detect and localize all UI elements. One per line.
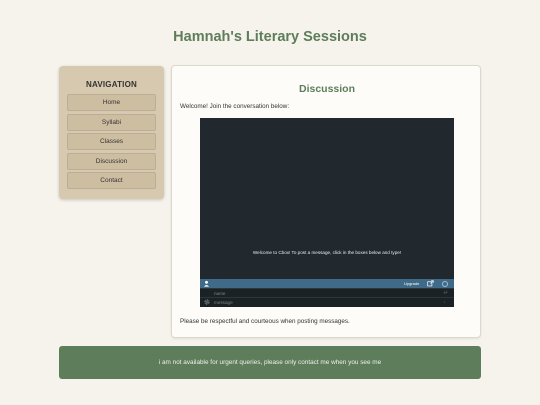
popout-icon[interactable]: [427, 280, 434, 287]
chat-welcome-message: Welcome to Cbox! To post a message, clic…: [252, 250, 402, 255]
discussion-panel: Discussion Welcome! Join the conversatio…: [171, 65, 481, 338]
upgrade-link[interactable]: Upgrade: [404, 281, 419, 286]
user-icon[interactable]: [203, 280, 210, 287]
nav-item-classes[interactable]: Classes: [67, 133, 156, 150]
chat-message-row: ↓: [200, 297, 454, 307]
nav-item-syllabi[interactable]: Syllabi: [67, 114, 156, 131]
nav-item-contact[interactable]: Contact: [67, 172, 156, 189]
chat-name-input[interactable]: [214, 290, 434, 297]
chat-toolbar: Upgrade: [200, 279, 454, 288]
footer-banner: i am not available for urgent queries, p…: [59, 346, 481, 379]
navigation-panel: NAVIGATION Home Syllabi Classes Discussi…: [59, 66, 164, 199]
nav-item-home[interactable]: Home: [67, 94, 156, 111]
posting-guideline: Please be respectful and courteous when …: [180, 318, 350, 325]
page-title: Discussion: [298, 83, 356, 95]
chat-send-arrow[interactable]: ↓: [443, 299, 445, 304]
site-title: Hamnah's Literary Sessions: [173, 29, 367, 45]
nav-item-discussion[interactable]: Discussion: [67, 153, 156, 170]
help-icon[interactable]: [442, 280, 448, 287]
chat-name-row: +/-: [200, 288, 454, 297]
navigation-heading: NAVIGATION: [85, 80, 138, 89]
chat-name-toggle[interactable]: +/-: [443, 290, 448, 295]
welcome-text: Welcome! Join the conversation below:: [180, 103, 290, 110]
gear-icon[interactable]: [204, 299, 210, 305]
chat-message-input[interactable]: [214, 299, 434, 306]
chat-box: Welcome to Cbox! To post a message, clic…: [200, 118, 454, 307]
